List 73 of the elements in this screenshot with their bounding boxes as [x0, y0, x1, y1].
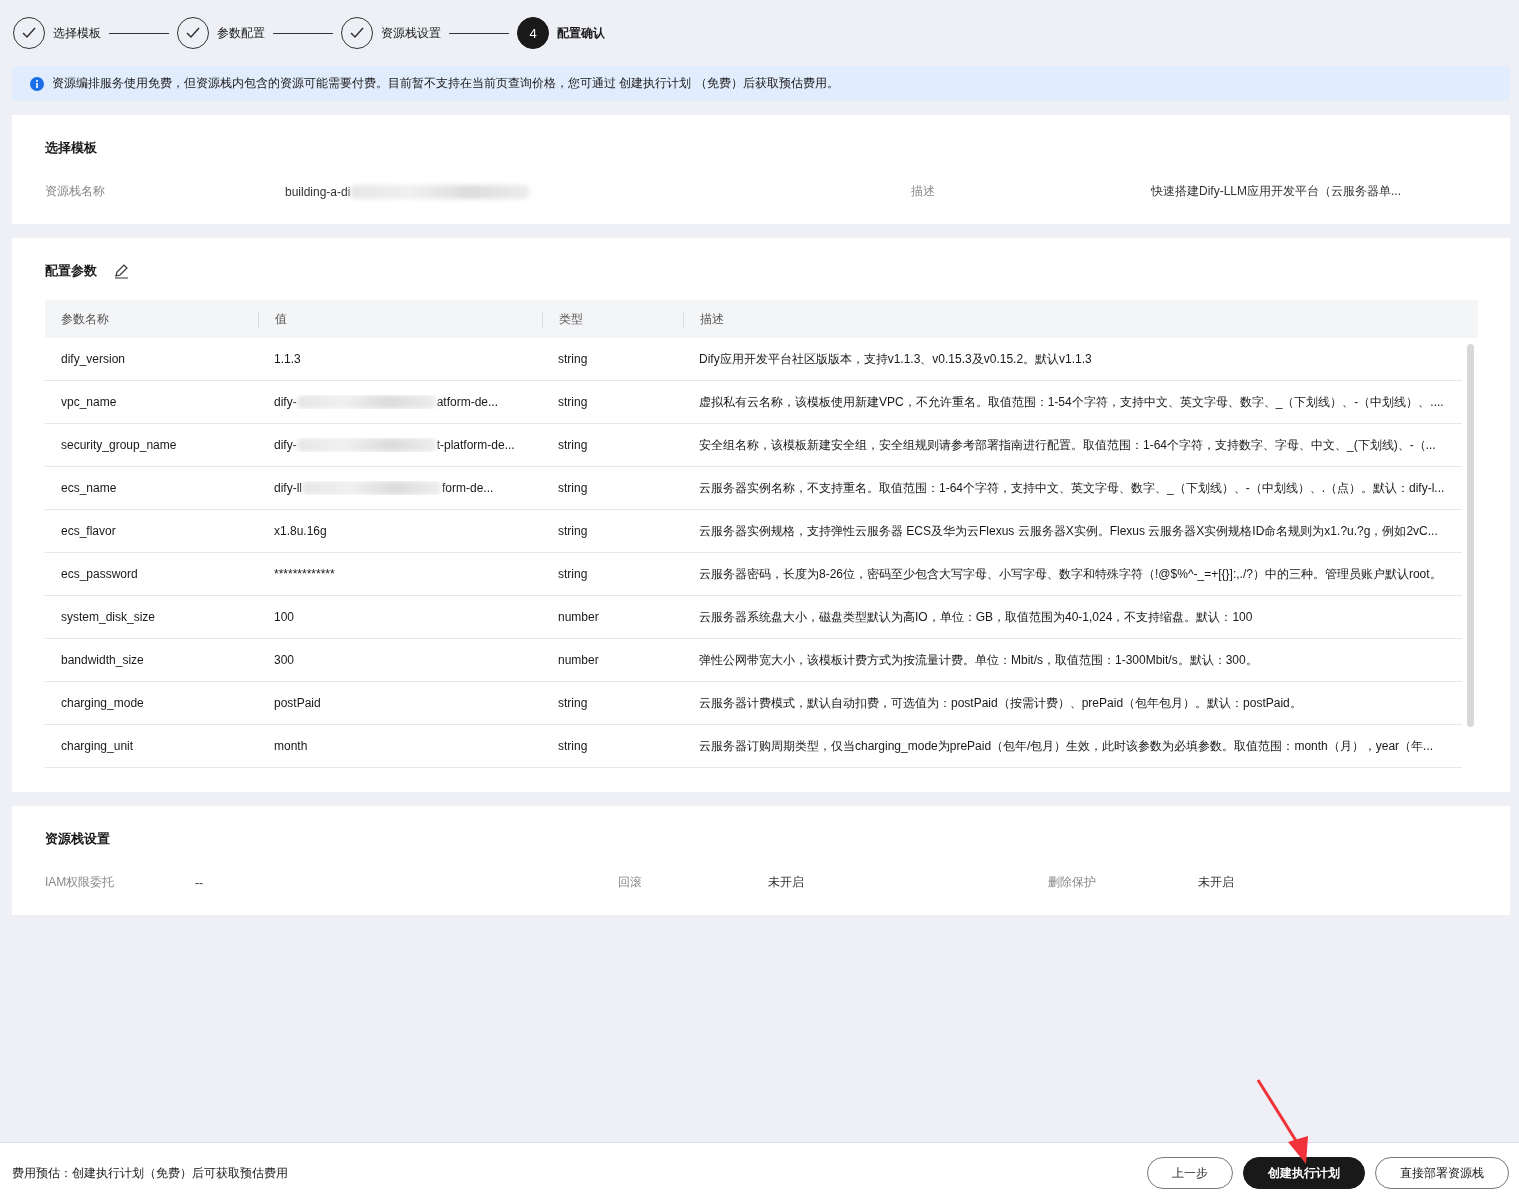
table-cell-text: 弹性公网带宽大小，该模板计费方式为按流量计费。单位：Mbit/s，取值范围：1-300Mbit/s。默认：300。: [698, 651, 1259, 669]
table-cell: 1.1.3: [274, 352, 301, 366]
field-label: 回滚: [618, 874, 643, 891]
field-label: 描述: [911, 183, 936, 200]
table-cell-text: 虚拟私有云名称，该模板使用新建VPC，不允许重名。取值范围：1-54个字符，支持中文、英文字母、数字、_（下划线）、-（中划线）、....: [698, 393, 1445, 411]
notice-text: 资源编排服务使用免费，但资源栈内包含的资源可能需要付费。目前暂不支持在当前页查询价格，您可通过 创建执行计划 （免费）后获取预估费用。: [52, 75, 839, 92]
table-cell-text: string: [557, 696, 589, 710]
info-icon: [30, 76, 44, 91]
table-cell: 100: [274, 610, 295, 624]
column-header: 描述: [683, 310, 1478, 328]
field-value: 未开启: [768, 874, 805, 891]
table-cell-text: charging_unit: [60, 739, 135, 753]
section-title: 配置参数: [45, 262, 97, 280]
field-value: building-a-di: [285, 184, 351, 199]
table-cell: postPaid: [274, 696, 321, 710]
table-cell-text: 云服务器实例规格，支持弹性云服务器 ECS及华为云Flexus 云服务器X实例。Flexus 云服务器X实例规格ID命名规则为x1.?u.?g，例如2vC...: [698, 522, 1439, 540]
table-cell-text: number: [557, 653, 600, 667]
field-value: 快速搭建Dify-LLM应用开发平台（云服务器单...: [1151, 183, 1401, 200]
step-label: 参数配置: [217, 24, 265, 42]
table-cell: dify-ll: [274, 481, 302, 495]
table-cell: *************: [274, 567, 335, 581]
field-label: 资源栈名称: [45, 183, 106, 200]
table-cell-text: 云服务器计费模式，默认自动扣费，可选值为：postPaid（按需计费）、prePaid（包年包月）。默认：postPaid。: [698, 694, 1303, 712]
table-cell: atform-de...: [436, 395, 499, 409]
step-label: 资源栈设置: [381, 24, 441, 42]
field-label: 删除保护: [1048, 874, 1097, 891]
table-cell-text: security_group_name: [60, 438, 178, 452]
table-cell-text: string: [557, 567, 589, 581]
cost-estimate-text: 费用预估：创建执行计划（免费）后可获取预估费用: [12, 1164, 289, 1182]
table-cell-text: ecs_flavor: [60, 524, 117, 538]
table-cell-text: 安全组名称，该模板新建安全组，安全组规则请参考部署指南进行配置。取值范围：1-64个字符，支持数字、字母、中文、_(下划线)、-（...: [698, 436, 1437, 454]
table-cell-text: string: [557, 524, 589, 538]
column-header: 类型: [542, 310, 683, 328]
table-cell-text: string: [557, 438, 589, 452]
scrollbar[interactable]: [1467, 344, 1474, 727]
step-label: 选择模板: [53, 24, 101, 42]
column-header: 值: [258, 310, 542, 328]
table-cell-text: 云服务器系统盘大小，磁盘类型默认为高IO，单位：GB，取值范围为40-1,024，不支持缩盘。默认：100: [698, 608, 1254, 626]
table-cell-text: string: [557, 739, 589, 753]
table-cell-text: ecs_name: [60, 481, 118, 495]
table-cell-text: string: [557, 352, 589, 366]
table-cell-text: string: [557, 395, 589, 409]
table-cell-text: dify_version: [60, 352, 127, 366]
table-cell-text: bandwidth_size: [60, 653, 145, 667]
table-cell: dify-: [274, 438, 297, 452]
column-header: 参数名称: [60, 310, 110, 328]
field-label: IAM权限委托: [45, 874, 116, 891]
action-button[interactable]: 上一步: [1147, 1157, 1233, 1189]
field-value: --: [195, 875, 204, 890]
table-cell-text: string: [557, 481, 589, 495]
section-title: 资源栈设置: [45, 830, 110, 848]
table-cell: 300: [274, 653, 295, 667]
table-cell-text: vpc_name: [60, 395, 118, 409]
step-label: 配置确认: [557, 24, 605, 42]
table-cell: t-platform-de...: [436, 438, 515, 452]
action-button[interactable]: 直接部署资源栈: [1375, 1157, 1509, 1189]
table-cell-text: ecs_password: [60, 567, 139, 581]
table-cell-text: 云服务器密码，长度为8-26位，密码至少包含大写字母、小写字母、数字和特殊字符（!@$%^-_=+[{}]:,./?）中的三种。管理员账户默认root。: [698, 565, 1443, 583]
field-value: 未开启: [1198, 874, 1235, 891]
table-cell-text: system_disk_size: [60, 610, 157, 624]
section-title: 选择模板: [45, 139, 97, 157]
edit-icon[interactable]: [113, 263, 129, 279]
table-cell-text: 云服务器订购周期类型，仅当charging_mode为prePaid（包年/包月）生效，此时该参数为必填参数。取值范围：month（月），year（年...: [698, 737, 1435, 755]
table-cell-text: charging_mode: [60, 696, 145, 710]
table-cell-text: Dify应用开发平台社区版版本，支持v1.1.3、v0.15.3及v0.15.2。默认v1.1.3: [698, 350, 1093, 368]
table-cell-text: number: [557, 610, 600, 624]
table-cell: dify-: [274, 395, 297, 409]
step-number: 4: [517, 17, 549, 49]
table-cell: x1.8u.16g: [274, 524, 327, 538]
table-cell-text: 云服务器实例名称，不支持重名。取值范围：1-64个字符，支持中文、英文字母、数字、_（下划线）、-（中划线）、.（点）。默认：dify-l...: [698, 479, 1446, 497]
table-cell: form-de...: [442, 481, 494, 495]
create-plan-button[interactable]: 创建执行计划: [1243, 1157, 1365, 1189]
table-cell: month: [274, 739, 308, 753]
